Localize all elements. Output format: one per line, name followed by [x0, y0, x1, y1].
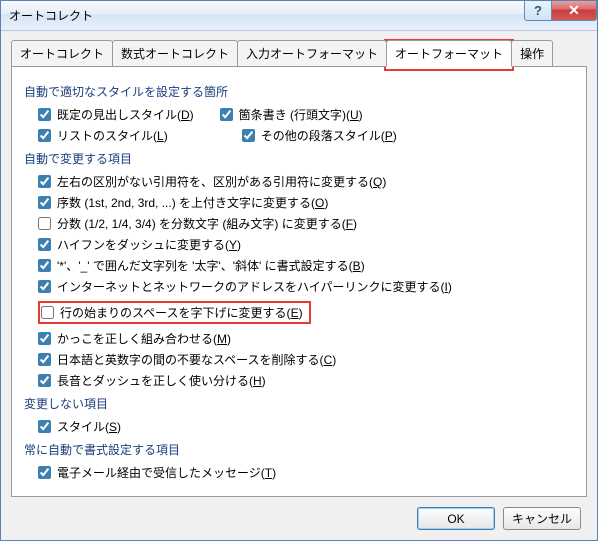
chk-fractions-box[interactable] [38, 217, 51, 230]
chk-list-styles-label: リストのスタイル(L) [57, 127, 168, 144]
chk-remove-jp-en-space[interactable]: 日本語と英数字の間の不要なスペースを削除する(C) [38, 351, 336, 368]
chk-other-paragraph-styles[interactable]: その他の段落スタイル(P) [242, 127, 397, 144]
window-buttons: ? ✕ [525, 1, 597, 21]
chk-bulleted-lists-label: 箇条書き (行頭文字)(U) [239, 106, 363, 123]
chk-fractions-label: 分数 (1/2, 1/4, 3/4) を分数文字 (組み文字) に変更する(F) [57, 215, 357, 232]
tab-autoformat-as-you-type[interactable]: 入力オートフォーマット [237, 40, 387, 67]
autocorrect-dialog: オートコレクト ? ✕ オートコレクト 数式オートコレクト 入力オートフォーマッ… [0, 0, 598, 541]
chk-ordinals-superscript-label: 序数 (1st, 2nd, 3rd, ...) を上付き文字に変更する(O) [57, 194, 328, 211]
chk-smart-quotes[interactable]: 左右の区別がない引用符を、区別がある引用符に変更する(Q) [38, 173, 386, 190]
help-icon: ? [534, 3, 542, 18]
dialog-button-bar: OK キャンセル [11, 497, 587, 530]
chk-hyphen-dash-box[interactable] [38, 238, 51, 251]
chk-other-paragraph-styles-label: その他の段落スタイル(P) [261, 127, 397, 144]
window-title: オートコレクト [1, 7, 93, 24]
group-apply-title: 自動で適切なスタイルを設定する箇所 [24, 83, 574, 100]
chk-hyphen-dash-label: ハイフンをダッシュに変更する(Y) [57, 236, 241, 253]
chk-preserve-styles-label: スタイル(S) [57, 418, 121, 435]
tab-panel-autoformat: 自動で適切なスタイルを設定する箇所 既定の見出しスタイル(D) 箇条書き (行頭… [11, 66, 587, 497]
chk-heading-styles-box[interactable] [38, 108, 51, 121]
chk-bold-italic-box[interactable] [38, 259, 51, 272]
chk-bulleted-lists-box[interactable] [220, 108, 233, 121]
tab-actions[interactable]: 操作 [511, 40, 553, 67]
help-button[interactable]: ? [524, 1, 552, 21]
titlebar: オートコレクト ? ✕ [1, 1, 597, 31]
chk-smart-quotes-box[interactable] [38, 175, 51, 188]
chk-remove-jp-en-space-box[interactable] [38, 353, 51, 366]
chk-long-vowel-dash-box[interactable] [38, 374, 51, 387]
chk-list-styles-box[interactable] [38, 129, 51, 142]
chk-indent-spaces[interactable]: 行の始まりのスペースを字下げに変更する(E) [41, 304, 303, 321]
chk-fractions[interactable]: 分数 (1/2, 1/4, 3/4) を分数文字 (組み文字) に変更する(F) [38, 215, 357, 232]
close-button[interactable]: ✕ [551, 1, 597, 21]
chk-email-messages-label: 電子メール経由で受信したメッセージ(T) [57, 464, 276, 481]
chk-indent-spaces-box[interactable] [41, 306, 54, 319]
chk-email-messages-box[interactable] [38, 466, 51, 479]
chk-heading-styles-label: 既定の見出しスタイル(D) [57, 106, 194, 123]
ok-button[interactable]: OK [417, 507, 495, 530]
chk-match-brackets-box[interactable] [38, 332, 51, 345]
chk-hyperlinks-label: インターネットとネットワークのアドレスをハイパーリンクに変更する(I) [57, 278, 452, 295]
chk-smart-quotes-label: 左右の区別がない引用符を、区別がある引用符に変更する(Q) [57, 173, 386, 190]
chk-hyphen-dash[interactable]: ハイフンをダッシュに変更する(Y) [38, 236, 241, 253]
chk-match-brackets[interactable]: かっこを正しく組み合わせる(M) [38, 330, 231, 347]
chk-bulleted-lists[interactable]: 箇条書き (行頭文字)(U) [220, 106, 363, 123]
option-highlight-annotation: 行の始まりのスペースを字下げに変更する(E) [38, 301, 311, 324]
chk-email-messages[interactable]: 電子メール経由で受信したメッセージ(T) [38, 464, 276, 481]
tab-math-autocorrect[interactable]: 数式オートコレクト [112, 40, 238, 67]
chk-long-vowel-dash-label: 長音とダッシュを正しく使い分ける(H) [57, 372, 266, 389]
chk-heading-styles[interactable]: 既定の見出しスタイル(D) [38, 106, 194, 123]
chk-long-vowel-dash[interactable]: 長音とダッシュを正しく使い分ける(H) [38, 372, 266, 389]
group-replace-items: 左右の区別がない引用符を、区別がある引用符に変更する(Q) 序数 (1st, 2… [38, 173, 574, 389]
tab-autoformat[interactable]: オートフォーマット [386, 40, 512, 67]
tab-wrap: オートコレクト 数式オートコレクト 入力オートフォーマット オートフォーマット … [11, 39, 587, 66]
group-always-items: 電子メール経由で受信したメッセージ(T) [38, 464, 574, 481]
chk-remove-jp-en-space-label: 日本語と英数字の間の不要なスペースを削除する(C) [57, 351, 336, 368]
tabstrip: オートコレクト 数式オートコレクト 入力オートフォーマット オートフォーマット … [11, 39, 587, 66]
chk-list-styles[interactable]: リストのスタイル(L) [38, 127, 168, 144]
chk-hyperlinks-box[interactable] [38, 280, 51, 293]
tab-autocorrect[interactable]: オートコレクト [11, 40, 113, 67]
chk-match-brackets-label: かっこを正しく組み合わせる(M) [57, 330, 231, 347]
group-replace-title: 自動で変更する項目 [24, 150, 574, 167]
cancel-button[interactable]: キャンセル [503, 507, 581, 530]
chk-other-paragraph-styles-box[interactable] [242, 129, 255, 142]
chk-ordinals-superscript-box[interactable] [38, 196, 51, 209]
chk-bold-italic[interactable]: '*'、'_' で囲んだ文字列を '太字'、'斜体' に書式設定する(B) [38, 257, 365, 274]
chk-hyperlinks[interactable]: インターネットとネットワークのアドレスをハイパーリンクに変更する(I) [38, 278, 452, 295]
chk-ordinals-superscript[interactable]: 序数 (1st, 2nd, 3rd, ...) を上付き文字に変更する(O) [38, 194, 328, 211]
group-preserve-items: スタイル(S) [38, 418, 574, 435]
group-apply-items: 既定の見出しスタイル(D) 箇条書き (行頭文字)(U) リストのスタイル(L) [38, 106, 574, 144]
client-area: オートコレクト 数式オートコレクト 入力オートフォーマット オートフォーマット … [1, 31, 597, 540]
chk-bold-italic-label: '*'、'_' で囲んだ文字列を '太字'、'斜体' に書式設定する(B) [57, 257, 365, 274]
group-preserve-title: 変更しない項目 [24, 395, 574, 412]
close-icon: ✕ [568, 2, 580, 19]
chk-preserve-styles-box[interactable] [38, 420, 51, 433]
chk-indent-spaces-label: 行の始まりのスペースを字下げに変更する(E) [60, 304, 303, 321]
group-always-title: 常に自動で書式設定する項目 [24, 441, 574, 458]
chk-preserve-styles[interactable]: スタイル(S) [38, 418, 121, 435]
